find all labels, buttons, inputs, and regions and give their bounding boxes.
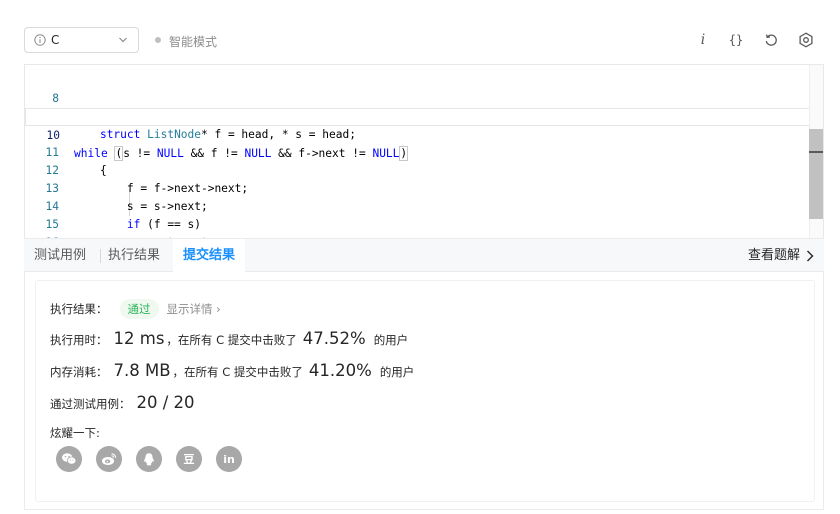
testcases-value: 20 / 20 [136,393,195,412]
code-editor[interactable]: 8 bool hasCycle(struct ListNode *head) {… [24,64,824,238]
status-badge: 通过 [119,299,159,319]
code-line[interactable]: 16 } [25,216,811,238]
submission-result-card: 执行结果： 通过 显示详情 › 执行用时： 12 ms ，在所有 C 提交中击败… [35,280,815,502]
runtime-row: 执行用时： 12 ms ，在所有 C 提交中击败了 47.52% 的用户 [50,329,408,348]
chevron-down-icon [119,37,127,43]
result-panel: 执行结果： 通过 显示详情 › 执行用时： 12 ms ，在所有 C 提交中击败… [24,272,824,510]
cursor-position-marker [809,151,823,153]
tab-test-cases[interactable]: 测试用例 [34,239,86,272]
weibo-icon[interactable] [96,446,122,472]
memory-label: 内存消耗： [50,365,108,379]
braces-icon[interactable]: {} [727,31,745,49]
editor-scrollbar-thumb[interactable] [809,129,823,219]
runtime-beats-text: ，在所有 C 提交中击败了 [166,333,297,347]
tab-divider [100,249,101,263]
code-line[interactable]: 11 { [25,126,811,177]
code-line[interactable]: 13 s = s->next; [25,162,811,213]
memory-row: 内存消耗： 7.8 MB ，在所有 C 提交中击败了 41.20% 的用户 [50,361,414,380]
mode-status-dot [155,37,161,43]
status-row: 执行结果： 通过 显示详情 › [50,299,221,319]
tab-run-result[interactable]: 执行结果 [108,239,160,272]
code-line[interactable]: 8 bool hasCycle(struct ListNode *head) { [25,72,811,123]
chevron-right-icon [807,250,814,261]
runtime-value: 12 ms [113,329,165,348]
status-label: 执行结果： [50,302,108,316]
memory-percent: 41.20% [308,361,372,380]
code-line-current[interactable]: 10 while (s != NULL && f != NULL && f->n… [25,108,811,161]
tab-submit-result[interactable]: 提交结果 [173,239,246,272]
settings-icon[interactable] [797,31,815,49]
memory-value: 7.8 MB [113,361,171,380]
share-buttons: 豆 in [56,446,242,472]
testcases-label: 通过测试用例： [50,397,131,411]
runtime-suffix: 的用户 [373,333,409,347]
language-value: C [51,33,60,47]
info-circle-icon [34,34,46,46]
smart-mode-label[interactable]: 智能模式 [169,33,217,50]
toolbar: C 智能模式 i {} [0,0,840,64]
share-label: 炫耀一下: [50,426,100,440]
code-line[interactable]: 12 f = f->next->next; [25,144,811,195]
reset-icon[interactable] [762,31,780,49]
memory-beats-text: ，在所有 C 提交中击败了 [172,365,303,379]
memory-suffix: 的用户 [379,365,415,379]
runtime-label: 执行用时： [50,333,108,347]
show-details-link[interactable]: 显示详情 › [167,301,221,317]
code-line[interactable]: 14 if (f == s) [25,180,811,231]
info-icon[interactable]: i [694,31,712,49]
language-select[interactable]: C [24,27,139,53]
result-tabs: 测试用例 执行结果 提交结果 查看题解 [24,238,824,272]
qq-icon[interactable] [136,446,162,472]
view-solution-label: 查看题解 [747,248,800,263]
douban-icon[interactable]: 豆 [176,446,202,472]
code-line[interactable]: 9 struct ListNode* f = head, * s = head; [25,90,811,141]
runtime-percent: 47.52% [302,329,366,348]
share-label-row: 炫耀一下: [50,425,100,441]
view-solution-link[interactable]: 查看题解 [748,239,814,272]
wechat-icon[interactable] [56,446,82,472]
code-line[interactable]: 15 return true; [25,198,811,238]
testcases-row: 通过测试用例： 20 / 20 [50,393,195,412]
linkedin-icon[interactable]: in [216,446,242,472]
